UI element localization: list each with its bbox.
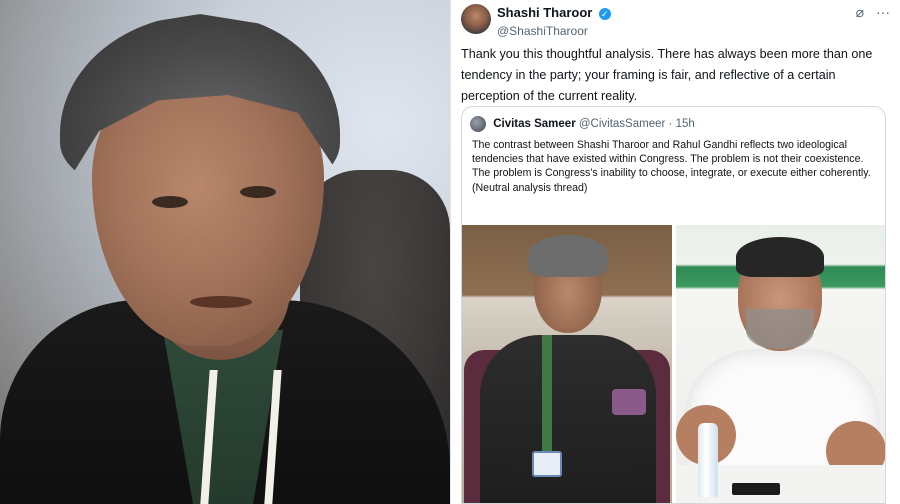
image-left-id-badge	[532, 451, 562, 477]
image-left-lanyard	[542, 335, 552, 453]
quoted-image-right[interactable]	[676, 225, 885, 503]
author-display-name[interactable]: Shashi Tharoor	[497, 5, 592, 20]
author-handle[interactable]: @ShashiTharoor	[497, 24, 611, 38]
photo-subject-lanyard	[200, 370, 282, 504]
tweet-card[interactable]: Shashi Tharoor ✓ @ShashiTharoor ⌀ ··· Th…	[450, 0, 900, 504]
author-avatar[interactable]	[461, 4, 491, 34]
image-right-water-bottle	[698, 423, 718, 497]
verified-badge-icon: ✓	[598, 8, 611, 20]
quoted-text-body: The contrast between Shashi Tharoor and …	[472, 139, 871, 180]
photo-subject-mouth	[190, 296, 252, 308]
image-left-hair	[528, 235, 608, 277]
image-right-phone	[732, 483, 780, 495]
tweet-text: Thank you this thoughtful analysis. Ther…	[461, 47, 873, 103]
quoted-image-left[interactable]	[462, 225, 672, 503]
quoted-text-note: (Neutral analysis thread)	[472, 181, 588, 194]
more-options-icon[interactable]: ···	[876, 4, 890, 20]
quoted-author-avatar[interactable]	[470, 116, 486, 132]
image-left-vest	[480, 335, 656, 503]
quoted-separator: ·	[668, 118, 673, 131]
photo-subject-eye-right	[240, 186, 276, 198]
tweet-header: Shashi Tharoor ✓ @ShashiTharoor ⌀ ···	[461, 2, 890, 38]
left-photo	[0, 0, 450, 504]
quoted-tweet-header: Civitas Sameer @CivitasSameer · 15h	[470, 116, 695, 134]
quoted-author-name[interactable]: Civitas Sameer	[493, 118, 575, 130]
quoted-author-handle[interactable]: @CivitasSameer	[579, 118, 665, 130]
quoted-tweet[interactable]: Civitas Sameer @CivitasSameer · 15h The …	[461, 106, 886, 504]
header-icons: ⌀ ···	[848, 4, 890, 21]
image-right-hair	[736, 237, 824, 277]
quoted-time[interactable]: 15h	[676, 118, 695, 130]
photo-subject-eye-left	[152, 196, 188, 208]
image-left-pocket-square	[612, 389, 646, 415]
author-name-block: Shashi Tharoor ✓ @ShashiTharoor	[497, 4, 611, 38]
image-right-beard	[746, 309, 814, 349]
quoted-tweet-text: The contrast between Shashi Tharoor and …	[472, 138, 880, 195]
grok-icon[interactable]: ⌀	[856, 4, 864, 20]
